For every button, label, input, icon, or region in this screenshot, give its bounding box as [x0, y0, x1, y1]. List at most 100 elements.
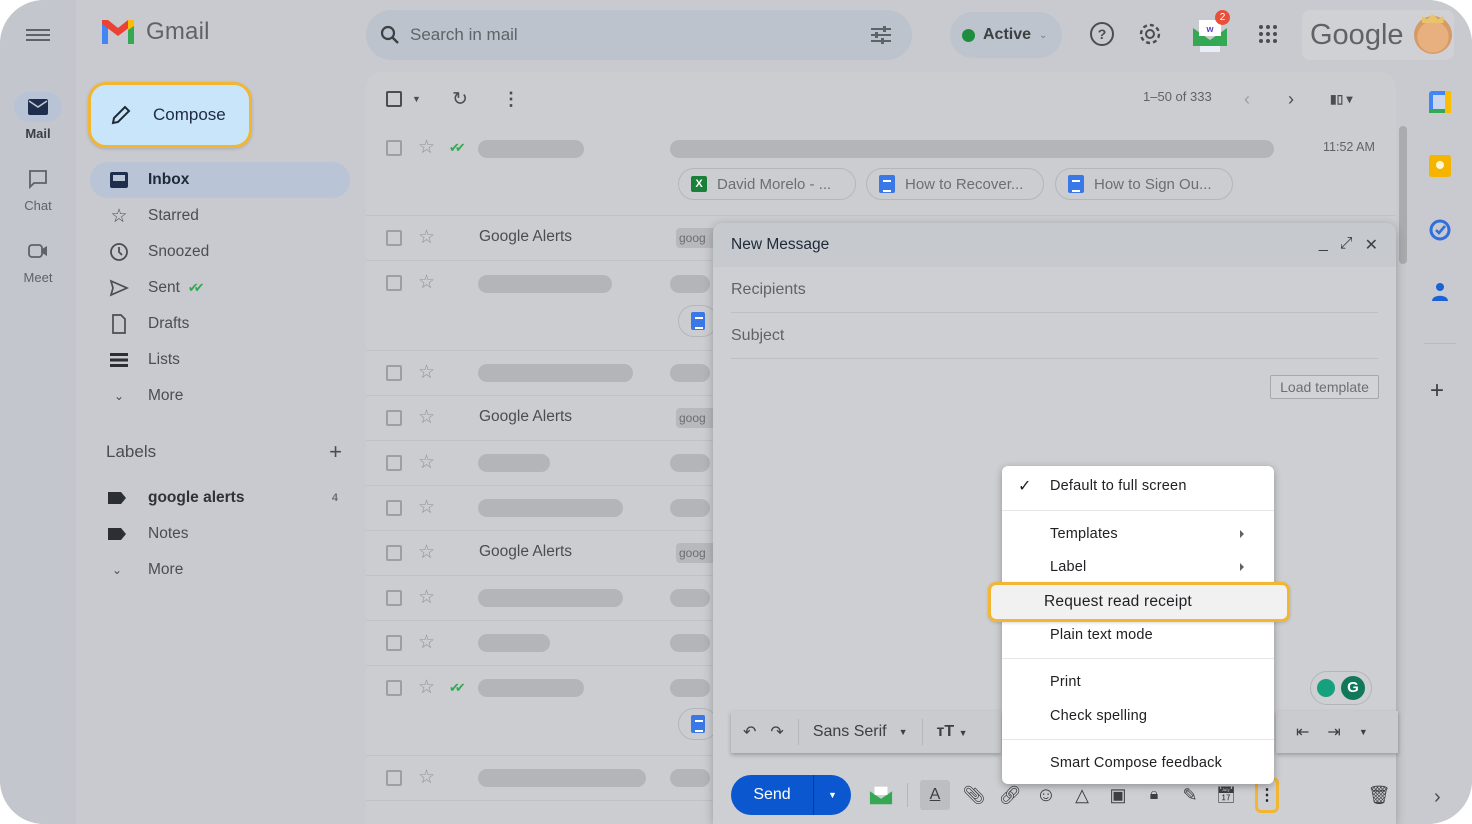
label-item[interactable]: Notes [90, 516, 350, 552]
attachment-chip[interactable] [678, 305, 718, 337]
row-checkbox[interactable] [386, 455, 402, 471]
drive-icon[interactable]: △ [1070, 783, 1094, 807]
star-icon[interactable]: ☆ [418, 273, 435, 292]
fullscreen-icon[interactable]: ⤢ [1340, 235, 1353, 255]
font-size-icon[interactable]: тT ▼ [937, 723, 968, 741]
menu-item-request-read-receipt[interactable]: Request read receipt [988, 582, 1290, 622]
row-checkbox[interactable] [386, 410, 402, 426]
menu-item-smart-compose-feedback[interactable]: Smart Compose feedback [1002, 746, 1274, 780]
discard-draft-icon[interactable]: 🗑︎ [1367, 783, 1391, 807]
attachment-chip[interactable]: X David Morelo - ... [678, 168, 856, 200]
more-vert-icon[interactable]: ⋮ [502, 89, 520, 110]
undo-icon[interactable]: ↶ [743, 722, 756, 742]
apps-grid-icon[interactable] [1254, 20, 1282, 48]
compose-header[interactable]: New Message _ ⤢ ✕ [713, 223, 1396, 267]
scrollbar[interactable] [1399, 126, 1407, 264]
menu-item-print[interactable]: Print [1002, 665, 1274, 699]
nav-item-more[interactable]: ⌄ More [90, 378, 350, 414]
nav-item-inbox[interactable]: Inbox [90, 162, 350, 198]
minimize-icon[interactable]: _ [1319, 235, 1328, 255]
star-icon[interactable]: ☆ [418, 543, 435, 562]
label-item[interactable]: google alerts 4 [90, 480, 350, 516]
account-switcher[interactable]: Google [1302, 10, 1454, 60]
search-options-icon[interactable] [870, 25, 892, 45]
row-checkbox[interactable] [386, 365, 402, 381]
nav-item-sent[interactable]: Sent ✔✔ [90, 270, 350, 306]
insert-photo-icon[interactable]: ▣ [1106, 783, 1130, 807]
star-icon[interactable]: ☆ [418, 453, 435, 472]
star-icon[interactable]: ☆ [418, 588, 435, 607]
schedule-send-dropdown[interactable]: ▼ [813, 775, 851, 815]
star-icon[interactable]: ☆ [418, 498, 435, 517]
row-checkbox[interactable] [386, 545, 402, 561]
star-icon[interactable]: ☆ [418, 408, 435, 427]
redo-icon[interactable]: ↷ [770, 722, 783, 742]
refresh-icon[interactable]: ↻ [452, 88, 468, 111]
tasks-icon[interactable] [1428, 218, 1452, 242]
signature-icon[interactable]: ✎ [1178, 783, 1202, 807]
star-icon[interactable]: ☆ [418, 138, 435, 157]
keep-icon[interactable] [1428, 154, 1452, 178]
indent-less-icon[interactable]: ⇤ [1296, 722, 1309, 742]
rail-item-chat[interactable]: Chat [0, 164, 76, 213]
subject-input[interactable] [731, 326, 1378, 345]
caret-down-icon[interactable]: ▼ [412, 94, 421, 104]
search-icon[interactable] [380, 25, 400, 45]
search-input[interactable] [410, 25, 870, 45]
menu-item-check-spelling[interactable]: Check spelling [1002, 699, 1274, 733]
compose-button[interactable]: Compose [88, 82, 252, 148]
nav-item-starred[interactable]: ☆ Starred [90, 198, 350, 234]
split-pane-icon[interactable]: ▮▯ ▾ [1330, 92, 1353, 106]
more-formatting-icon[interactable]: ▼ [1359, 727, 1368, 737]
rail-item-mail[interactable]: Mail [0, 92, 76, 141]
attachment-chip[interactable]: How to Recover... [866, 168, 1044, 200]
mail-tracker-icon[interactable] [869, 783, 893, 807]
menu-item-plain-text-mode[interactable]: Plain text mode [1002, 618, 1274, 652]
star-icon[interactable]: ☆ [418, 678, 435, 697]
add-addon-icon[interactable]: + [1430, 379, 1454, 404]
status-dropdown[interactable]: Active ⌄ [950, 12, 1062, 58]
help-icon[interactable]: ? [1088, 20, 1116, 48]
star-icon[interactable]: ☆ [418, 633, 435, 652]
prev-page-icon[interactable]: ‹ [1244, 89, 1250, 110]
nav-item-drafts[interactable]: Drafts [90, 306, 350, 342]
gmail-logo[interactable]: Gmail [100, 18, 210, 46]
select-all-checkbox[interactable] [386, 91, 402, 107]
expand-side-panel-icon[interactable]: › [1434, 786, 1458, 810]
row-checkbox[interactable] [386, 275, 402, 291]
menu-item-templates[interactable]: Templates [1002, 517, 1274, 551]
load-template-button[interactable]: Load template [1270, 375, 1379, 399]
next-page-icon[interactable]: › [1288, 89, 1294, 110]
grammarly-widget[interactable]: G [1310, 671, 1372, 705]
formatting-options-icon[interactable]: A [920, 780, 950, 810]
labels-more[interactable]: ⌄ More [90, 552, 350, 588]
main-menu-icon[interactable] [26, 26, 50, 44]
attachment-chip[interactable] [678, 708, 718, 740]
row-checkbox[interactable] [386, 140, 402, 156]
nav-item-snoozed[interactable]: Snoozed [90, 234, 350, 270]
add-label-icon[interactable]: + [329, 441, 342, 463]
row-checkbox[interactable] [386, 230, 402, 246]
attach-icon[interactable]: 📎︎ [962, 783, 986, 807]
nav-item-lists[interactable]: Lists [90, 342, 350, 378]
row-checkbox[interactable] [386, 635, 402, 651]
menu-item-label[interactable]: Label [1002, 550, 1274, 584]
calendar-icon[interactable] [1428, 90, 1452, 114]
contacts-icon[interactable] [1428, 280, 1452, 304]
email-row[interactable]: ☆ ✔✔ 11:52 AM X David Morelo - ... How t… [366, 126, 1396, 216]
font-family-select[interactable]: Sans Serif ▼ [813, 723, 908, 741]
emoji-icon[interactable]: ☺ [1034, 783, 1058, 807]
recipients-input[interactable] [731, 280, 1378, 299]
menu-item-default-full-screen[interactable]: ✓ Default to full screen [1002, 469, 1274, 503]
row-checkbox[interactable] [386, 680, 402, 696]
confidential-mode-icon[interactable]: 🔒︎ [1142, 783, 1166, 807]
star-icon[interactable]: ☆ [418, 228, 435, 247]
star-icon[interactable]: ☆ [418, 768, 435, 787]
rail-item-meet[interactable]: Meet [0, 236, 76, 285]
settings-gear-icon[interactable] [1136, 20, 1164, 48]
mail-tracker-extension-icon[interactable]: w 2 [1190, 10, 1230, 54]
indent-more-icon[interactable]: ⇥ [1327, 722, 1340, 742]
star-icon[interactable]: ☆ [418, 363, 435, 382]
close-icon[interactable]: ✕ [1365, 235, 1378, 255]
attachment-chip[interactable]: How to Sign Ou... [1055, 168, 1233, 200]
